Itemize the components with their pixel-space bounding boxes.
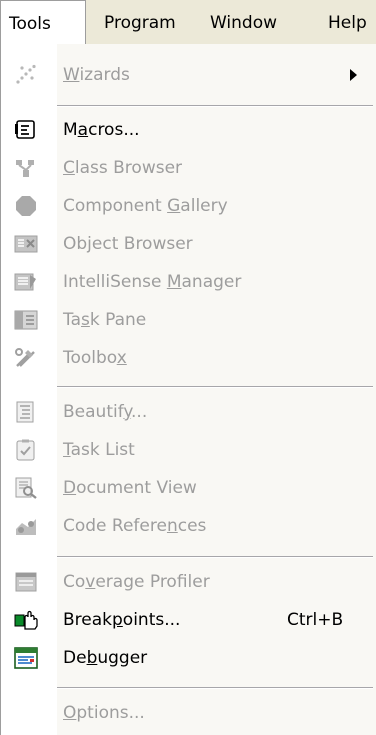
menu-item-task-list[interactable]: Task List xyxy=(1,431,376,469)
intellisense-icon xyxy=(14,271,38,293)
menu-tools[interactable]: Tools xyxy=(0,0,86,44)
menu-item-toolbox[interactable]: Toolbox xyxy=(1,339,376,377)
menu-separator xyxy=(57,687,373,689)
menu-separator xyxy=(57,556,373,558)
code-references-icon xyxy=(14,515,38,537)
class-browser-icon xyxy=(14,157,38,179)
submenu-arrow-icon xyxy=(350,69,357,81)
menu-separator xyxy=(57,386,373,388)
menu-item-breakpoints[interactable]: Breakpoints... Ctrl+B xyxy=(1,601,376,639)
menu-item-options[interactable]: Options... xyxy=(1,694,376,732)
menu-item-document-view[interactable]: Document View xyxy=(1,469,376,507)
beautify-icon xyxy=(14,401,38,423)
menu-item-wizards[interactable]: Wizards xyxy=(1,56,376,94)
menu-item-object-browser[interactable]: Object Browser xyxy=(1,225,376,263)
menu-separator xyxy=(57,105,373,107)
menu-item-label: Breakpoints... xyxy=(63,610,181,630)
menu-item-label: Options... xyxy=(63,703,145,723)
task-pane-icon xyxy=(14,309,38,331)
menu-help[interactable]: Help xyxy=(320,0,375,44)
menu-item-label: Debugger xyxy=(63,648,148,668)
menu-item-debugger[interactable]: Debugger xyxy=(1,639,376,677)
object-browser-icon xyxy=(14,233,38,255)
menu-item-label: Beautify... xyxy=(63,402,148,422)
menu-item-label: Toolbox xyxy=(63,348,127,368)
macro-icon xyxy=(14,119,38,141)
menu-program[interactable]: Program xyxy=(96,0,184,44)
menu-item-label: Object Browser xyxy=(63,234,193,254)
task-list-icon xyxy=(14,439,38,461)
breakpoints-icon xyxy=(14,609,38,631)
menu-window[interactable]: Window xyxy=(202,0,285,44)
menu-item-component-gallery[interactable]: Component Gallery xyxy=(1,187,376,225)
menu-item-intellisense-manager[interactable]: IntelliSense Manager xyxy=(1,263,376,301)
tools-dropdown-menu: Wizards Macros... Class Browser Componen… xyxy=(0,44,376,735)
menu-item-label: IntelliSense Manager xyxy=(63,272,242,292)
menu-item-beautify[interactable]: Beautify... xyxy=(1,393,376,431)
component-gallery-icon xyxy=(14,195,38,217)
menu-item-label: Component Gallery xyxy=(63,196,228,216)
menu-item-label: Coverage Profiler xyxy=(63,572,210,592)
menu-item-coverage-profiler[interactable]: Coverage Profiler xyxy=(1,563,376,601)
menu-item-label: Code References xyxy=(63,516,207,536)
shortcut-text: Ctrl+B xyxy=(287,610,344,630)
coverage-profiler-icon xyxy=(14,571,38,593)
menu-item-class-browser[interactable]: Class Browser xyxy=(1,149,376,187)
menu-item-macros[interactable]: Macros... xyxy=(1,111,376,149)
menu-bar: Tools Program Window Help xyxy=(0,0,376,44)
menu-item-label: Macros... xyxy=(63,120,140,140)
wizard-icon xyxy=(14,64,38,86)
menu-item-label: Document View xyxy=(63,478,197,498)
toolbox-icon xyxy=(14,347,38,369)
document-view-icon xyxy=(14,477,38,499)
debugger-icon xyxy=(14,647,38,669)
menu-item-label: Class Browser xyxy=(63,158,183,178)
menu-item-label: Task List xyxy=(63,440,135,460)
menu-item-label: Task Pane xyxy=(63,310,147,330)
menu-item-code-references[interactable]: Code References xyxy=(1,507,376,545)
menu-item-label: Wizards xyxy=(63,65,130,85)
menu-item-task-pane[interactable]: Task Pane xyxy=(1,301,376,339)
